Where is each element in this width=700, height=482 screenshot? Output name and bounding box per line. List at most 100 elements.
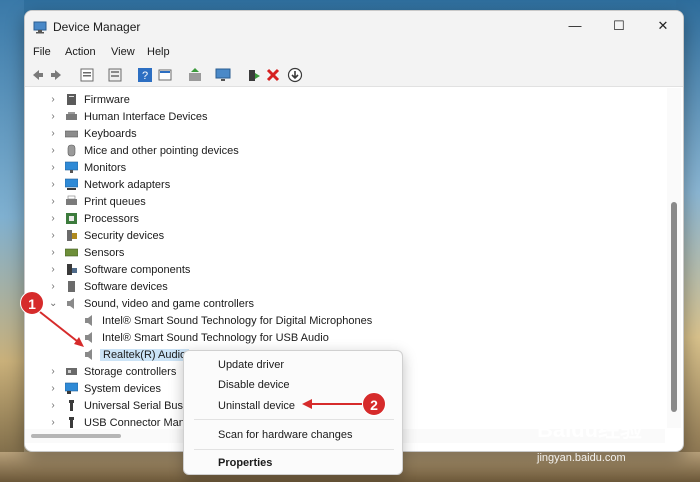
menu-item-update-driver[interactable]: Update driver: [218, 359, 284, 371]
uninstall-x-icon[interactable]: [265, 67, 281, 83]
expand-chevron-icon[interactable]: ›: [49, 281, 57, 293]
properties-icon[interactable]: [79, 67, 95, 83]
annotation-badge-1: 1: [20, 291, 44, 315]
security-icon: [67, 230, 77, 241]
tree-item-firmware[interactable]: › Firmware: [25, 92, 665, 109]
menu-help[interactable]: Help: [147, 46, 170, 58]
help-icon[interactable]: ?: [137, 67, 153, 83]
expand-chevron-icon[interactable]: ›: [49, 94, 57, 106]
menu-item-scan-hardware[interactable]: Scan for hardware changes: [218, 429, 353, 441]
expand-chevron-icon[interactable]: ›: [49, 179, 57, 191]
vertical-scrollbar[interactable]: [667, 88, 681, 428]
tree-item-print-queues[interactable]: › Print queues: [25, 194, 665, 211]
annotation-badge-2: 2: [362, 392, 386, 416]
expand-chevron-icon[interactable]: ›: [49, 230, 57, 242]
enable-device-icon[interactable]: [245, 67, 261, 83]
close-button[interactable]: ✕: [641, 11, 683, 41]
tree-item-label: Security devices: [84, 230, 165, 242]
tree-item-sound-video-game[interactable]: ⌄ Sound, video and game controllers: [25, 296, 665, 313]
hid-icon: [66, 112, 77, 120]
monitor-scan-icon[interactable]: [215, 67, 231, 83]
speaker-icon: [67, 298, 74, 309]
tree-item-label: Human Interface Devices: [84, 111, 208, 123]
horizontal-scrollbar-thumb[interactable]: [31, 434, 121, 438]
vertical-scrollbar-thumb[interactable]: [671, 202, 677, 412]
baidu-watermark: Baidu经验 jingyan.baidu.com: [537, 412, 687, 474]
minimize-button[interactable]: —: [553, 11, 597, 41]
show-hidden-icon[interactable]: [107, 67, 123, 83]
speaker-icon: [85, 315, 92, 326]
processor-icon: [66, 213, 77, 224]
update-driver-icon[interactable]: [187, 67, 203, 83]
menu-file[interactable]: File: [33, 46, 51, 58]
tree-item-label: Network adapters: [84, 179, 171, 191]
usb-icon: [69, 400, 74, 411]
expand-chevron-icon[interactable]: ›: [49, 128, 57, 140]
device-manager-app-icon: [33, 21, 47, 34]
menu-item-disable-device[interactable]: Disable device: [218, 379, 290, 391]
expand-chevron-icon[interactable]: ›: [49, 383, 57, 395]
expand-chevron-icon[interactable]: ›: [49, 366, 57, 378]
toolbar: ?: [25, 63, 683, 87]
tree-item-label: Monitors: [84, 162, 127, 174]
monitor-icon: [65, 161, 78, 173]
usb-icon: [69, 417, 74, 428]
title-bar[interactable]: Device Manager — ☐ ✕: [25, 11, 683, 43]
tree-item-label: System devices: [84, 383, 162, 395]
svg-text:?: ?: [142, 70, 148, 82]
tree-item-network-adapters[interactable]: › Network adapters: [25, 177, 665, 194]
speaker-icon: [85, 349, 92, 360]
download-icon[interactable]: [287, 67, 303, 83]
tree-item-label: Processors: [84, 213, 140, 225]
maximize-button[interactable]: ☐: [597, 11, 641, 41]
software-component-icon: [67, 264, 77, 275]
sensor-icon: [65, 248, 78, 257]
view-icon[interactable]: [157, 67, 173, 83]
baidu-watermark-url: jingyan.baidu.com: [537, 452, 626, 464]
menu-separator: [194, 449, 394, 450]
tree-item-label: Universal Serial Bus c: [84, 400, 192, 412]
tree-item-keyboards[interactable]: › Keyboards: [25, 126, 665, 143]
tree-item-hid[interactable]: › Human Interface Devices: [25, 109, 665, 126]
tree-item-label: Sound, video and game controllers: [84, 298, 254, 310]
tree-item-intel-sst-usb[interactable]: Intel® Smart Sound Technology for USB Au…: [25, 330, 665, 347]
menu-view[interactable]: View: [111, 46, 135, 58]
desktop-wallpaper-left: [0, 0, 24, 482]
tree-item-intel-sst-mic[interactable]: Intel® Smart Sound Technology for Digita…: [25, 313, 665, 330]
expand-chevron-icon[interactable]: ›: [49, 196, 57, 208]
tree-item-processors[interactable]: › Processors: [25, 211, 665, 228]
expand-chevron-icon[interactable]: ›: [49, 145, 57, 157]
software-device-icon: [68, 281, 75, 292]
expand-chevron-icon[interactable]: ›: [49, 264, 57, 276]
forward-arrow-icon[interactable]: [49, 67, 65, 83]
menu-bar: File Action View Help: [25, 43, 683, 63]
tree-item-label: Firmware: [84, 94, 130, 106]
tree-item-monitors[interactable]: › Monitors: [25, 160, 665, 177]
collapse-chevron-icon[interactable]: ⌄: [49, 298, 57, 310]
back-arrow-icon[interactable]: [29, 67, 45, 83]
expand-chevron-icon[interactable]: ›: [49, 400, 57, 412]
tree-item-software-components[interactable]: › Software components: [25, 262, 665, 279]
network-icon: [65, 178, 78, 190]
tree-item-label: Keyboards: [84, 128, 137, 140]
expand-chevron-icon[interactable]: ›: [49, 247, 57, 259]
expand-chevron-icon[interactable]: ›: [49, 417, 57, 428]
tree-item-label: Intel® Smart Sound Technology for USB Au…: [102, 332, 329, 344]
tree-item-security-devices[interactable]: › Security devices: [25, 228, 665, 245]
menu-item-uninstall-device[interactable]: Uninstall device: [218, 400, 295, 412]
menu-action[interactable]: Action: [65, 46, 96, 58]
tree-item-sensors[interactable]: › Sensors: [25, 245, 665, 262]
tree-item-software-devices[interactable]: › Software devices: [25, 279, 665, 296]
keyboard-icon: [65, 130, 78, 138]
baidu-watermark-logo: Baidu经验: [537, 417, 643, 442]
tree-item-label: Intel® Smart Sound Technology for Digita…: [102, 315, 373, 327]
expand-chevron-icon[interactable]: ›: [49, 111, 57, 123]
expand-chevron-icon[interactable]: ›: [49, 162, 57, 174]
tree-item-mice[interactable]: › Mice and other pointing devices: [25, 143, 665, 160]
tree-item-label: Mice and other pointing devices: [84, 145, 239, 157]
tree-item-label: Sensors: [84, 247, 125, 259]
firmware-icon: [67, 94, 76, 105]
expand-chevron-icon[interactable]: ›: [49, 213, 57, 225]
system-icon: [65, 382, 78, 394]
menu-item-properties[interactable]: Properties: [218, 457, 272, 469]
